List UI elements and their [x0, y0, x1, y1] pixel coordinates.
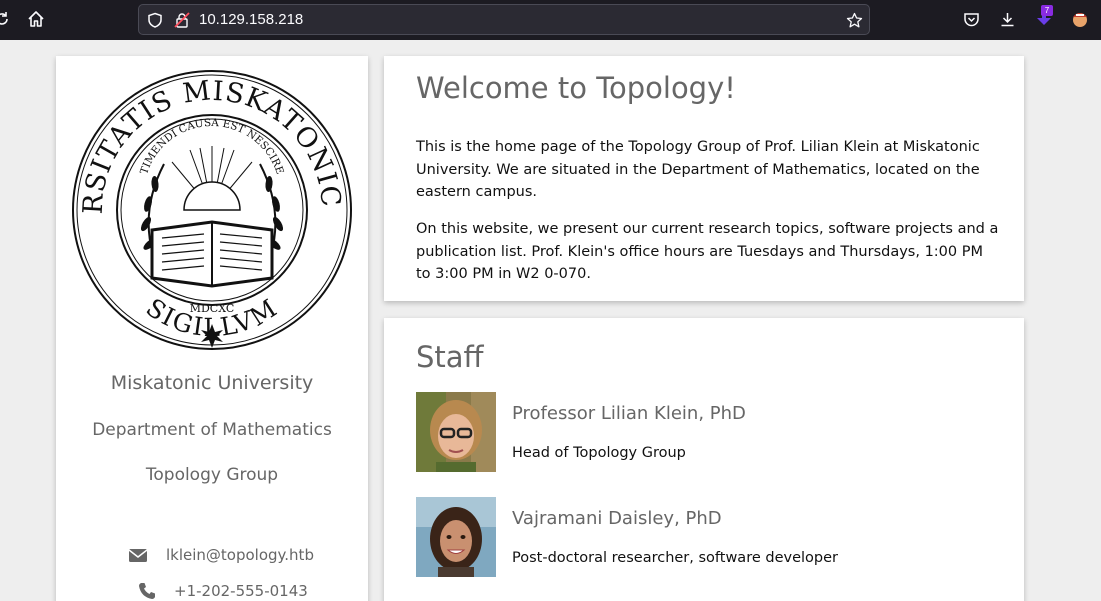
- staff-title: Staff: [416, 340, 484, 374]
- download-icon[interactable]: [997, 9, 1017, 29]
- staff-name: Professor Lilian Klein, PhD: [512, 403, 746, 424]
- staff-name: Vajramani Daisley, PhD: [512, 508, 722, 529]
- home-icon[interactable]: [26, 9, 46, 29]
- reload-icon[interactable]: [0, 9, 12, 29]
- welcome-paragraph-1: This is the home page of the Topology Gr…: [416, 139, 980, 200]
- staff-role: Head of Topology Group: [512, 445, 686, 461]
- staff-photo-daisley: [416, 497, 496, 577]
- staff-photo-klein: [416, 392, 496, 472]
- university-name: Miskatonic University: [110, 372, 314, 394]
- phone-icon: [128, 580, 155, 601]
- university-seal-logo: UNIVERSITATIS MISKATONICIENSIS SIGILLVM …: [72, 64, 352, 350]
- extension-badge: 7: [1041, 5, 1053, 16]
- staff-member: Vajramani Daisley, PhD Post-doctoral res…: [416, 497, 1000, 577]
- welcome-paragraph-2: On this website, we present our current …: [416, 221, 999, 282]
- group-name: Topology Group: [145, 465, 279, 485]
- contact-phone: +1-202-555-0143: [56, 580, 368, 601]
- welcome-card: Welcome to Topology! This is the home pa…: [384, 56, 1024, 301]
- seal-year: MDCXC: [190, 302, 235, 315]
- phone-number: +1-202-555-0143: [174, 582, 308, 600]
- profile-icon[interactable]: [1069, 8, 1091, 30]
- bookmark-star-icon[interactable]: [845, 11, 863, 29]
- department-name: Department of Mathematics: [92, 420, 332, 440]
- welcome-title: Welcome to Topology!: [416, 71, 736, 105]
- staff-card: Staff Professor Lilian Klein, PhD Head o…: [384, 318, 1024, 601]
- staff-role: Post-doctoral researcher, software devel…: [512, 550, 838, 566]
- email-link[interactable]: lklein@topology.htb: [166, 546, 314, 564]
- pocket-icon[interactable]: [961, 9, 981, 29]
- address-bar[interactable]: 10.129.158.218: [138, 4, 870, 35]
- url-text[interactable]: 10.129.158.218: [199, 11, 303, 28]
- sidebar-card: UNIVERSITATIS MISKATONICIENSIS SIGILLVM …: [56, 56, 368, 601]
- envelope-icon: [128, 544, 150, 566]
- shield-icon[interactable]: [146, 11, 164, 29]
- browser-toolbar: 10.129.158.218 7: [0, 0, 1101, 40]
- insecure-lock-icon[interactable]: [173, 11, 191, 29]
- contact-email: lklein@topology.htb: [56, 544, 368, 568]
- staff-member: Professor Lilian Klein, PhD Head of Topo…: [416, 392, 1000, 472]
